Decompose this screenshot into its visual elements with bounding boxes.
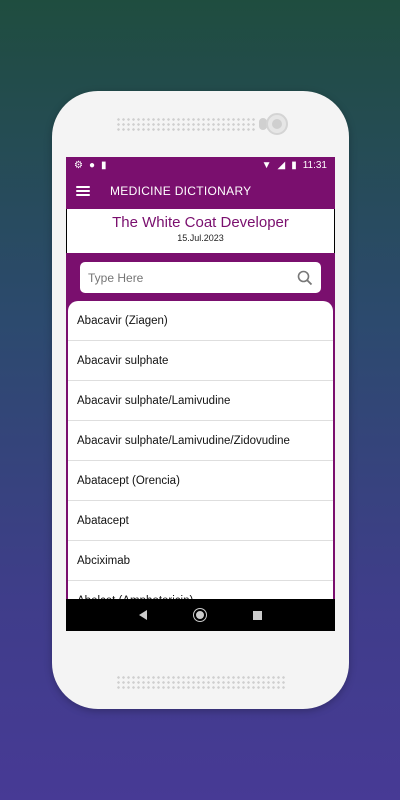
developer-name: The White Coat Developer bbox=[112, 214, 289, 231]
list-item[interactable]: Abacavir sulphate bbox=[68, 341, 333, 381]
header-date: 15.Jul.2023 bbox=[177, 233, 224, 243]
recent-apps-icon[interactable] bbox=[252, 610, 262, 620]
list-item[interactable]: Abelcet (Amphotericin) bbox=[68, 581, 333, 600]
navigation-bar bbox=[66, 599, 335, 631]
list-item[interactable]: Abciximab bbox=[68, 541, 333, 581]
search-icon[interactable] bbox=[297, 270, 313, 286]
list-item[interactable]: Abatacept bbox=[68, 501, 333, 541]
developer-header: The White Coat Developer 15.Jul.2023 bbox=[67, 209, 334, 253]
bottom-speaker-grille bbox=[116, 675, 286, 689]
search-area bbox=[66, 253, 335, 301]
search-input[interactable] bbox=[88, 270, 297, 285]
settings-gear-icon: ⚙ bbox=[74, 159, 83, 171]
notification-dot-icon: ● bbox=[88, 159, 96, 171]
status-bar: ⚙ ● ▮ ▼ ◢ ▮ 11:31 bbox=[66, 157, 335, 173]
status-time: 11:31 bbox=[302, 159, 327, 171]
hamburger-menu-icon[interactable] bbox=[76, 186, 90, 196]
app-title: MEDICINE DICTIONARY bbox=[110, 184, 252, 198]
sd-card-icon: ▮ bbox=[101, 159, 107, 171]
phone-frame: ⚙ ● ▮ ▼ ◢ ▮ 11:31 MEDICINE DICTIONARY Th… bbox=[52, 91, 349, 709]
signal-icon: ◢ bbox=[277, 159, 286, 171]
top-speaker-grille bbox=[116, 117, 256, 131]
battery-icon: ▮ bbox=[291, 159, 297, 171]
screen: ⚙ ● ▮ ▼ ◢ ▮ 11:31 MEDICINE DICTIONARY Th… bbox=[66, 157, 335, 631]
app-bar: MEDICINE DICTIONARY bbox=[66, 173, 335, 209]
search-box bbox=[80, 262, 321, 293]
medicine-list-container: Abacavir (Ziagen) Abacavir sulphate Abac… bbox=[66, 301, 335, 599]
list-item[interactable]: Abacavir sulphate/Lamivudine bbox=[68, 381, 333, 421]
list-item[interactable]: Abacavir (Ziagen) bbox=[68, 301, 333, 341]
wifi-icon: ▼ bbox=[261, 159, 272, 171]
list-item[interactable]: Abatacept (Orencia) bbox=[68, 461, 333, 501]
medicine-list: Abacavir (Ziagen) Abacavir sulphate Abac… bbox=[68, 301, 333, 599]
home-icon[interactable] bbox=[193, 609, 206, 621]
back-icon[interactable] bbox=[139, 610, 148, 620]
front-camera bbox=[266, 113, 288, 135]
list-item[interactable]: Abacavir sulphate/Lamivudine/Zidovudine bbox=[68, 421, 333, 461]
